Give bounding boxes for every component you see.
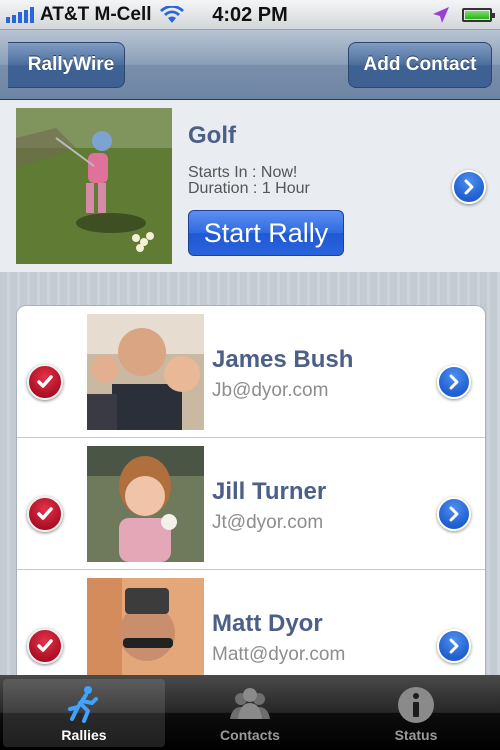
chevron-right-icon [449, 374, 459, 390]
tab-contacts[interactable]: Contacts [169, 679, 331, 747]
battery-icon [462, 8, 495, 22]
rally-photo [16, 108, 172, 264]
checkmark-toggle[interactable] [27, 364, 63, 400]
location-arrow-icon [433, 7, 449, 23]
contact-name: James Bush [212, 346, 354, 373]
chevron-right-icon [449, 638, 459, 654]
checkmark-toggle[interactable] [27, 628, 63, 664]
tab-label: Status [394, 727, 438, 743]
tab-label: Rallies [61, 727, 107, 743]
back-button[interactable]: RallyWire [8, 42, 125, 88]
contact-email: Jb@dyor.com [212, 380, 329, 401]
people-icon [230, 688, 270, 719]
runner-icon [68, 686, 98, 723]
contact-detail-disclosure-button[interactable] [437, 365, 471, 399]
checkmark-icon [37, 375, 53, 388]
status-bar: AT&T M-Cell 4:02 PM [0, 0, 500, 30]
rally-header: Golf Starts In : Now! Duration : 1 Hour … [0, 100, 500, 272]
contact-row[interactable]: Jill Turner Jt@dyor.com [17, 438, 485, 570]
add-contact-button[interactable]: Add Contact [348, 42, 492, 88]
navigation-bar: RallyWire Add Contact [0, 30, 500, 100]
rally-duration: Duration : 1 Hour [188, 180, 310, 197]
rally-title: Golf [188, 122, 236, 149]
tab-status[interactable]: Status [335, 679, 497, 747]
rally-detail-disclosure-button[interactable] [452, 170, 486, 204]
chevron-right-icon [464, 179, 474, 195]
tab-rallies[interactable]: Rallies [3, 679, 165, 747]
back-button-label: RallyWire [27, 54, 115, 75]
clock: 4:02 PM [212, 4, 288, 26]
checkmark-icon [37, 639, 53, 652]
contact-email: Jt@dyor.com [212, 512, 324, 533]
info-icon [398, 687, 434, 723]
contact-avatar [87, 314, 204, 430]
contact-name: Jill Turner [212, 478, 327, 505]
tab-label: Contacts [220, 727, 280, 743]
start-rally-button[interactable]: Start Rally [188, 210, 344, 256]
checkmark-icon [37, 507, 53, 520]
contact-detail-disclosure-button[interactable] [437, 497, 471, 531]
contact-row[interactable]: Matt Dyor Matt@dyor.com [17, 570, 485, 675]
contact-row[interactable]: James Bush Jb@dyor.com [17, 306, 485, 438]
contact-avatar [87, 578, 204, 675]
contacts-list: James Bush Jb@dyor.com Jill Turner Jt@dy… [16, 305, 486, 675]
battery-fill [465, 11, 489, 19]
tab-bar: Rallies Contacts Status [0, 675, 500, 750]
contact-email: Matt@dyor.com [212, 644, 346, 665]
checkmark-toggle[interactable] [27, 496, 63, 532]
contact-name: Matt Dyor [212, 610, 323, 637]
contact-detail-disclosure-button[interactable] [437, 629, 471, 663]
chevron-right-icon [449, 506, 459, 522]
contact-avatar [87, 446, 204, 562]
